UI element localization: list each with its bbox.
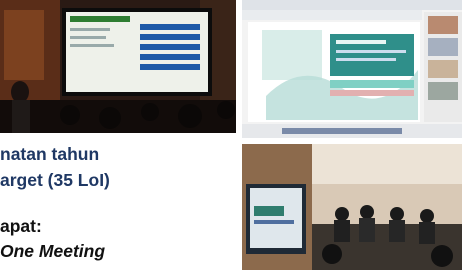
heading-line-1: natan tahun bbox=[0, 144, 100, 164]
screen-share-meeting-screenshot bbox=[242, 0, 462, 138]
presentation-hall-photo bbox=[0, 0, 236, 133]
heading-line-2: arget (35 LoI) bbox=[0, 170, 110, 190]
meeting-room-photo bbox=[242, 144, 462, 270]
body-line-1: apat: bbox=[0, 216, 42, 236]
body-line-2: One Meeting bbox=[0, 241, 106, 261]
